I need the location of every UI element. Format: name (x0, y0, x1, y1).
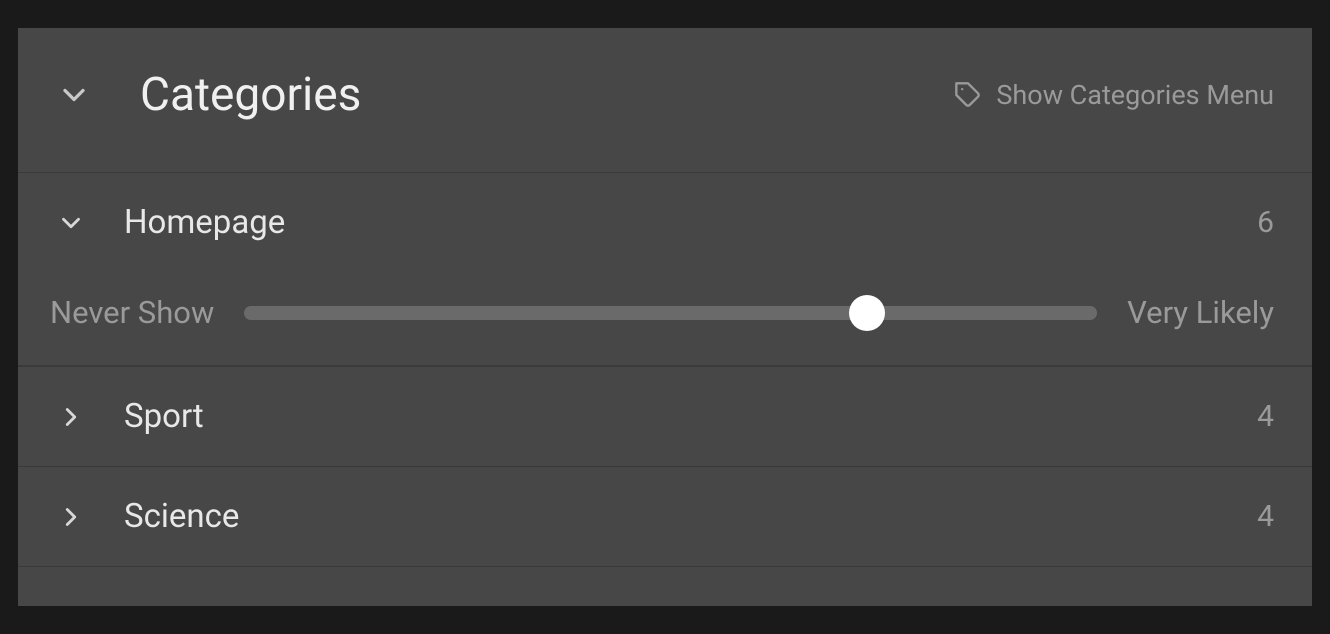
category-row-left: Sport (56, 397, 204, 436)
slider-track (244, 306, 1097, 320)
chevron-right-icon[interactable] (56, 502, 86, 532)
category-label: Sport (124, 397, 204, 436)
category-label: Science (124, 497, 239, 536)
show-categories-menu-label: Show Categories Menu (996, 79, 1274, 111)
slider-right-label: Very Likely (1127, 294, 1274, 331)
slider-left-label: Never Show (50, 294, 214, 331)
categories-panel: Categories Show Categories Menu Homepage (18, 28, 1312, 606)
category-label: Homepage (124, 203, 285, 242)
category-group-homepage: Homepage 6 Never Show Very Likely (18, 173, 1312, 367)
panel-title: Categories (140, 68, 361, 122)
category-count: 4 (1257, 499, 1274, 534)
chevron-right-icon[interactable] (56, 402, 86, 432)
category-row-science[interactable]: Science 4 (18, 467, 1312, 567)
category-row-homepage[interactable]: Homepage 6 (18, 173, 1312, 272)
chevron-down-icon[interactable] (56, 208, 86, 238)
category-row-sport[interactable]: Sport 4 (18, 367, 1312, 467)
category-row-left: Science (56, 497, 239, 536)
tag-icon (954, 81, 982, 109)
category-count: 4 (1257, 399, 1274, 434)
category-row-left: Homepage (56, 203, 285, 242)
panel-header: Categories Show Categories Menu (18, 28, 1312, 173)
header-left: Categories (56, 68, 361, 122)
likelihood-slider[interactable] (244, 295, 1097, 331)
category-count: 6 (1257, 205, 1274, 240)
chevron-down-icon[interactable] (56, 77, 92, 113)
likelihood-slider-row: Never Show Very Likely (18, 272, 1312, 366)
slider-thumb[interactable] (849, 295, 885, 331)
show-categories-menu-link[interactable]: Show Categories Menu (954, 79, 1274, 111)
